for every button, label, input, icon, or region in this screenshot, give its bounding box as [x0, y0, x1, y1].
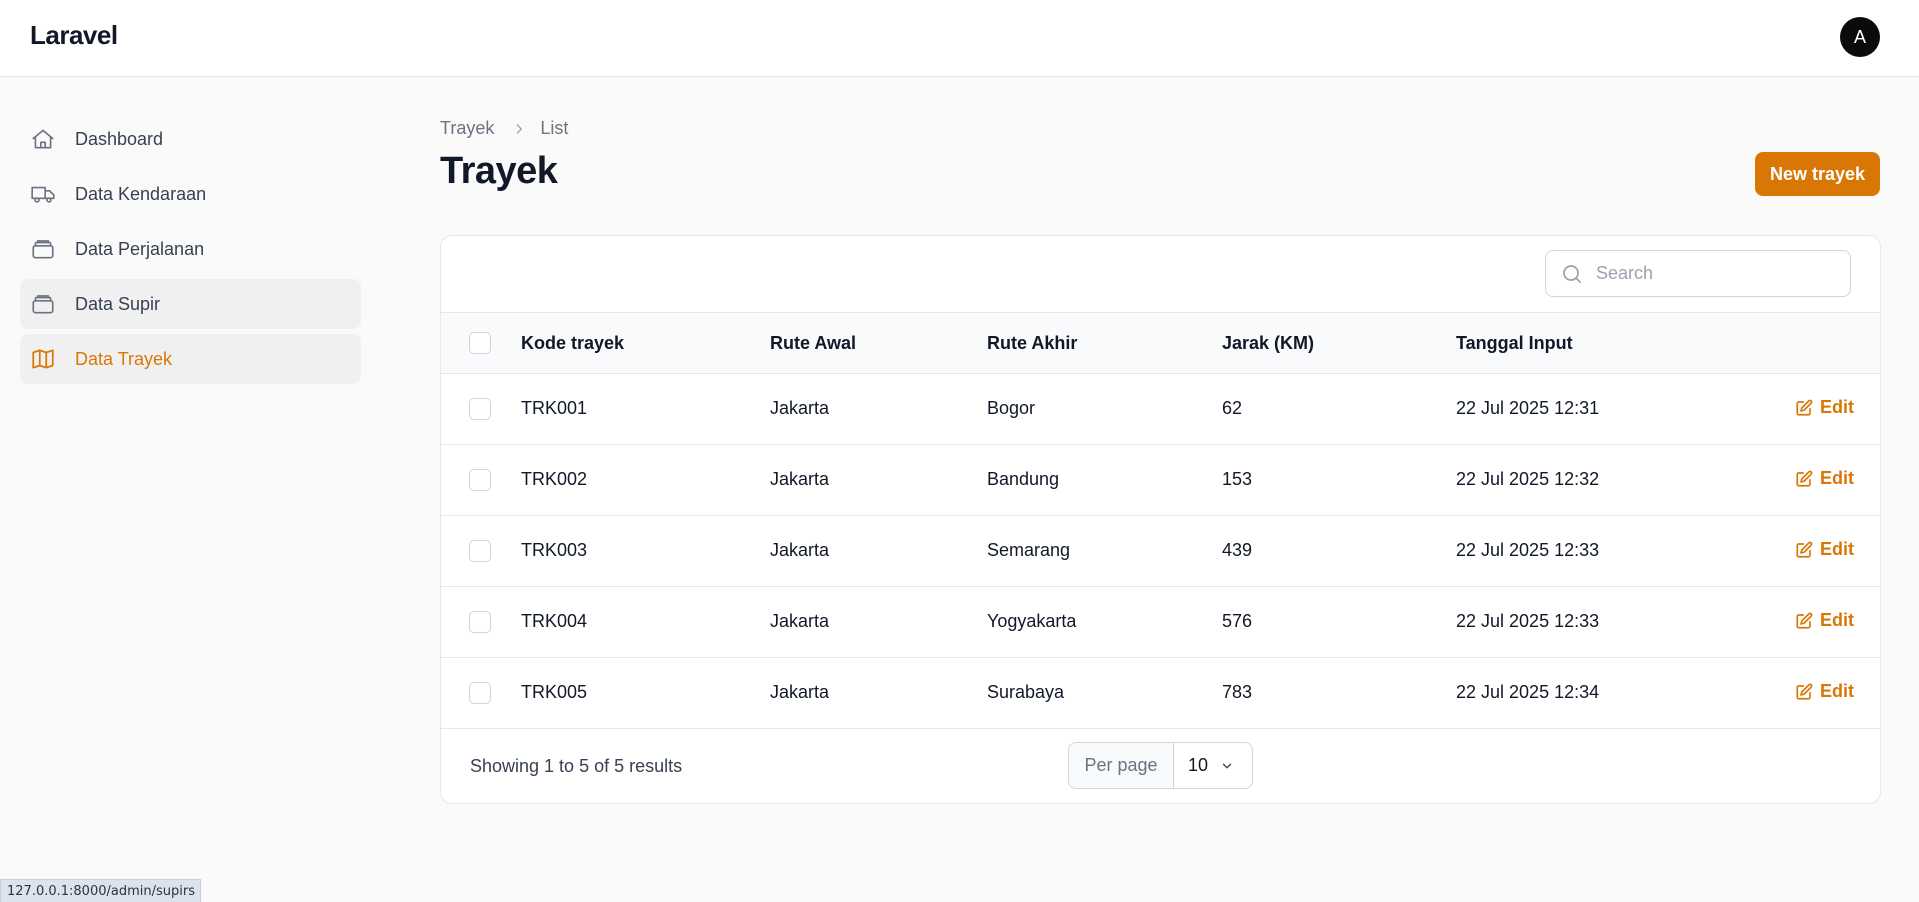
- home-icon: [30, 126, 56, 152]
- column-header-rute-akhir[interactable]: Rute Akhir: [987, 333, 1077, 354]
- cell-kode-trayek: TRK001: [521, 398, 588, 418]
- table-row: TRK004 Jakarta Yogyakarta 576 22 Jul 202…: [441, 587, 1880, 658]
- table-header: Kode trayek Rute Awal Rute Akhir Jarak (…: [441, 312, 1880, 374]
- edit-button[interactable]: Edit: [1795, 468, 1854, 489]
- cell-rute-akhir: Surabaya: [987, 682, 1065, 702]
- cell-jarak: 783: [1222, 682, 1253, 702]
- column-header-jarak[interactable]: Jarak (KM): [1222, 333, 1314, 354]
- cell-rute-awal: Jakarta: [770, 682, 830, 702]
- cell-kode-trayek: TRK003: [521, 540, 588, 560]
- table-row: TRK003 Jakarta Semarang 439 22 Jul 2025 …: [441, 516, 1880, 587]
- user-avatar[interactable]: A: [1840, 17, 1880, 57]
- cell-rute-awal: Jakarta: [770, 540, 830, 560]
- sidebar-item-label: Data Perjalanan: [75, 238, 205, 259]
- stack-icon: [30, 291, 56, 317]
- breadcrumb-parent[interactable]: Trayek: [440, 118, 494, 139]
- edit-icon: [1796, 612, 1813, 629]
- row-checkbox[interactable]: [469, 540, 491, 562]
- edit-label: Edit: [1820, 681, 1854, 701]
- cell-jarak: 576: [1222, 611, 1253, 631]
- table-row: TRK002 Jakarta Bandung 153 22 Jul 2025 1…: [441, 445, 1880, 516]
- brand-logo[interactable]: Laravel: [30, 20, 118, 51]
- edit-icon: [1796, 399, 1813, 416]
- chevron-down-icon: [1222, 763, 1232, 768]
- search-icon: [1560, 262, 1596, 286]
- cell-tanggal-input: 22 Jul 2025 12:32: [1456, 469, 1600, 489]
- sidebar-item-label: Dashboard: [75, 128, 164, 149]
- cell-rute-awal: Jakarta: [770, 611, 830, 631]
- per-page-select[interactable]: Per page 10: [1068, 742, 1253, 789]
- cell-rute-awal: Jakarta: [770, 398, 830, 418]
- sidebar-item-data-supir[interactable]: Data Supir: [20, 279, 361, 329]
- edit-icon: [1796, 470, 1813, 487]
- table-card: Kode trayek Rute Awal Rute Akhir Jarak (…: [440, 235, 1881, 804]
- cell-kode-trayek: TRK005: [521, 682, 588, 702]
- cell-rute-akhir: Semarang: [987, 540, 1071, 560]
- search-field[interactable]: [1545, 250, 1851, 297]
- edit-button[interactable]: Edit: [1795, 610, 1854, 631]
- per-page-value: 10: [1188, 755, 1209, 775]
- edit-label: Edit: [1820, 397, 1854, 417]
- cell-jarak: 153: [1222, 469, 1253, 489]
- edit-icon: [1796, 683, 1813, 700]
- cell-tanggal-input: 22 Jul 2025 12:33: [1456, 611, 1600, 631]
- cell-kode-trayek: TRK004: [521, 611, 588, 631]
- table-row: TRK005 Jakarta Surabaya 783 22 Jul 2025 …: [441, 658, 1880, 729]
- column-header-tanggal-input[interactable]: Tanggal Input: [1456, 333, 1573, 354]
- row-checkbox[interactable]: [469, 682, 491, 704]
- pagination-summary: Showing 1 to 5 of 5 results: [470, 756, 683, 776]
- sidebar-item-label: Data Supir: [75, 293, 161, 314]
- table-row: TRK001 Jakarta Bogor 62 22 Jul 2025 12:3…: [441, 374, 1880, 445]
- sidebar-item-label: Data Trayek: [75, 348, 173, 369]
- sidebar-item-dashboard[interactable]: Dashboard: [20, 114, 361, 164]
- sidebar-item-label: Data Kendaraan: [75, 183, 207, 204]
- sidebar-item-data-trayek[interactable]: Data Trayek: [20, 334, 361, 384]
- cell-tanggal-input: 22 Jul 2025 12:33: [1456, 540, 1600, 560]
- cell-jarak: 439: [1222, 540, 1253, 560]
- column-header-rute-awal[interactable]: Rute Awal: [770, 333, 856, 354]
- sidebar-item-data-kendaraan[interactable]: Data Kendaraan: [20, 169, 361, 219]
- row-checkbox[interactable]: [469, 398, 491, 420]
- edit-button[interactable]: Edit: [1795, 397, 1854, 418]
- edit-label: Edit: [1820, 539, 1854, 559]
- cell-rute-awal: Jakarta: [770, 469, 830, 489]
- browser-status-url: 127.0.0.1:8000/admin/supirs: [0, 879, 201, 902]
- sidebar: Dashboard Data Kendaraan Data Perjalanan…: [20, 114, 361, 389]
- edit-label: Edit: [1820, 610, 1854, 630]
- edit-label: Edit: [1820, 468, 1854, 488]
- select-all-checkbox[interactable]: [469, 332, 491, 354]
- search-input[interactable]: [1596, 263, 1836, 284]
- row-checkbox[interactable]: [469, 611, 491, 633]
- top-bar: Laravel A: [0, 0, 1919, 77]
- stack-icon: [30, 236, 56, 262]
- edit-button[interactable]: Edit: [1795, 681, 1854, 702]
- cell-tanggal-input: 22 Jul 2025 12:34: [1456, 682, 1600, 702]
- per-page-label: Per page: [1069, 743, 1174, 788]
- cell-jarak: 62: [1222, 398, 1243, 418]
- cell-rute-akhir: Bogor: [987, 398, 1036, 418]
- truck-icon: [30, 181, 56, 207]
- cell-kode-trayek: TRK002: [521, 469, 588, 489]
- new-trayek-button[interactable]: New trayek: [1755, 152, 1880, 196]
- breadcrumb: Trayek List: [440, 118, 568, 139]
- cell-tanggal-input: 22 Jul 2025 12:31: [1456, 398, 1600, 418]
- edit-button[interactable]: Edit: [1795, 539, 1854, 560]
- cell-rute-akhir: Yogyakarta: [987, 611, 1077, 631]
- map-icon: [30, 346, 56, 372]
- page-title: Trayek: [440, 150, 558, 192]
- per-page-dropdown[interactable]: 10: [1174, 743, 1252, 788]
- cell-rute-akhir: Bandung: [987, 469, 1060, 489]
- column-header-kode-trayek[interactable]: Kode trayek: [521, 333, 624, 354]
- row-checkbox[interactable]: [469, 469, 491, 491]
- edit-icon: [1796, 541, 1813, 558]
- breadcrumb-current: List: [540, 118, 569, 138]
- chevron-right-icon: [512, 122, 526, 136]
- sidebar-item-data-perjalanan[interactable]: Data Perjalanan: [20, 224, 361, 274]
